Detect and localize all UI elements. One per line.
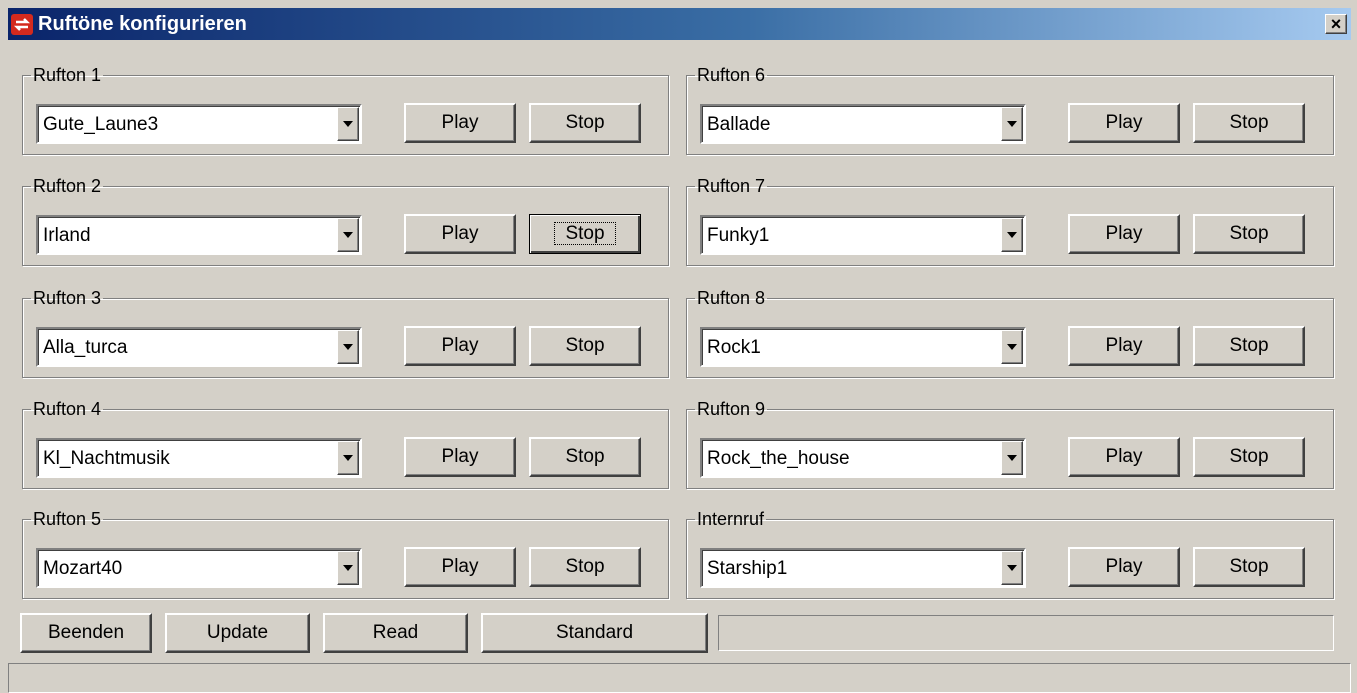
title-bar: Ruftöne konfigurieren ×: [8, 8, 1351, 40]
rufton-5-group: Rufton 5 Mozart40 Play Stop: [22, 509, 669, 599]
stop-button[interactable]: Stop: [1193, 437, 1305, 477]
play-button[interactable]: Play: [1068, 326, 1180, 366]
play-button[interactable]: Play: [404, 214, 516, 254]
stop-button[interactable]: Stop: [1193, 547, 1305, 587]
rufton-7-group: Rufton 7 Funky1 Play Stop: [686, 176, 1334, 266]
update-button[interactable]: Update: [165, 613, 310, 653]
chevron-down-icon[interactable]: [337, 551, 359, 585]
rufton-3-group: Rufton 3 Alla_turca Play Stop: [22, 288, 669, 378]
group-label: Rufton 3: [33, 288, 102, 308]
rufton-6-group: Rufton 6 Ballade Play Stop: [686, 65, 1334, 155]
status-field: [718, 615, 1334, 651]
ringtone-value: Gute_Laune3: [43, 114, 159, 135]
standard-button[interactable]: Standard: [481, 613, 708, 653]
play-button[interactable]: Play: [404, 103, 516, 143]
ringtone-select[interactable]: Ballade: [700, 104, 1026, 144]
chevron-down-icon[interactable]: [337, 107, 359, 141]
chevron-down-icon[interactable]: [337, 218, 359, 252]
internruf-group: Internruf Starship1 Play Stop: [686, 509, 1334, 599]
stop-button[interactable]: Stop: [1193, 326, 1305, 366]
ringtone-value: Kl_Nachtmusik: [43, 448, 170, 469]
window-title: Ruftöne konfigurieren: [38, 13, 247, 35]
group-label: Rufton 9: [697, 399, 766, 419]
app-logo-icon: [11, 14, 33, 35]
play-button[interactable]: Play: [1068, 103, 1180, 143]
play-button[interactable]: Play: [404, 547, 516, 587]
group-label: Rufton 6: [697, 65, 766, 85]
read-button[interactable]: Read: [323, 613, 468, 653]
ringtone-select[interactable]: Gute_Laune3: [36, 104, 362, 144]
stop-button[interactable]: Stop: [1193, 214, 1305, 254]
chevron-down-icon[interactable]: [1001, 441, 1023, 475]
stop-button[interactable]: Stop: [1193, 103, 1305, 143]
rufton-9-group: Rufton 9 Rock_the_house Play Stop: [686, 399, 1334, 489]
chevron-down-icon[interactable]: [1001, 551, 1023, 585]
stop-button[interactable]: Stop: [529, 547, 641, 587]
rufton-8-group: Rufton 8 Rock1 Play Stop: [686, 288, 1334, 378]
play-button[interactable]: Play: [404, 326, 516, 366]
ringtone-select[interactable]: Irland: [36, 215, 362, 255]
play-button[interactable]: Play: [1068, 214, 1180, 254]
ringtone-value: Starship1: [707, 558, 788, 579]
group-label: Rufton 1: [33, 65, 102, 85]
chevron-down-icon[interactable]: [1001, 107, 1023, 141]
rufton-4-group: Rufton 4 Kl_Nachtmusik Play Stop: [22, 399, 669, 489]
rufton-2-group: Rufton 2 Irland Play Stop: [22, 176, 669, 266]
ringtone-select[interactable]: Rock_the_house: [700, 438, 1026, 478]
group-label: Rufton 2: [33, 176, 102, 196]
chevron-down-icon[interactable]: [337, 441, 359, 475]
ringtone-value: Ballade: [707, 114, 771, 135]
ringtone-select[interactable]: Starship1: [700, 548, 1026, 588]
stop-button[interactable]: Stop: [529, 103, 641, 143]
group-label: Internruf: [697, 509, 765, 529]
rufton-1-group: Rufton 1 Gute_Laune3 Play Stop: [22, 65, 669, 155]
group-label: Rufton 5: [33, 509, 102, 529]
stop-label: Stop: [554, 222, 616, 245]
group-label: Rufton 8: [697, 288, 766, 308]
ringtone-value: Mozart40: [43, 558, 123, 579]
chevron-down-icon[interactable]: [337, 330, 359, 364]
ringtone-value: Rock1: [707, 337, 761, 358]
play-button[interactable]: Play: [1068, 547, 1180, 587]
ringtone-value: Funky1: [707, 225, 770, 246]
ringtone-select[interactable]: Funky1: [700, 215, 1026, 255]
group-label: Rufton 7: [697, 176, 766, 196]
stop-button[interactable]: Stop: [529, 437, 641, 477]
ringtone-value: Irland: [43, 225, 91, 246]
close-button[interactable]: ×: [1325, 14, 1347, 34]
ringtone-select[interactable]: Rock1: [700, 327, 1026, 367]
ringtone-value: Rock_the_house: [707, 448, 850, 469]
chevron-down-icon[interactable]: [1001, 218, 1023, 252]
stop-button[interactable]: Stop: [529, 326, 641, 366]
group-label: Rufton 4: [33, 399, 102, 419]
play-button[interactable]: Play: [1068, 437, 1180, 477]
ringtone-select[interactable]: Kl_Nachtmusik: [36, 438, 362, 478]
ringtone-select[interactable]: Alla_turca: [36, 327, 362, 367]
chevron-down-icon[interactable]: [1001, 330, 1023, 364]
stop-button[interactable]: Stop: [529, 214, 641, 254]
ringtone-select[interactable]: Mozart40: [36, 548, 362, 588]
play-button[interactable]: Play: [404, 437, 516, 477]
status-bar: [8, 663, 1351, 693]
ringtone-value: Alla_turca: [43, 337, 128, 358]
beenden-button[interactable]: Beenden: [20, 613, 152, 653]
